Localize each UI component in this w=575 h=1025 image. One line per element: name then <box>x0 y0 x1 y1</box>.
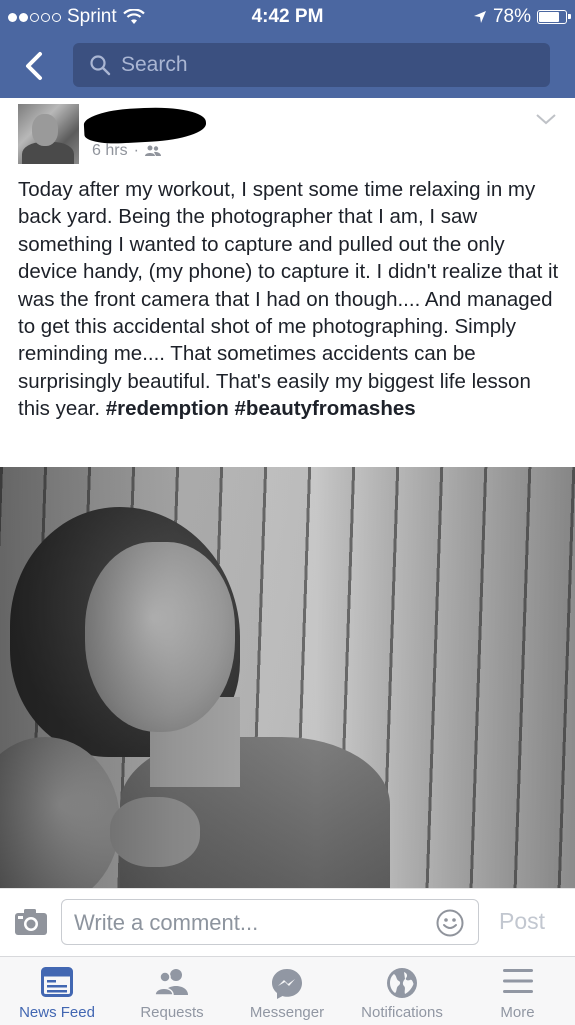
comment-bar: Write a comment... Post <box>0 888 575 957</box>
globe-icon <box>387 968 417 998</box>
search-placeholder: Search <box>121 53 188 76</box>
post-header: 6 hrs · <box>0 98 575 170</box>
sticker-button[interactable] <box>436 909 464 942</box>
nav-row: Search <box>0 40 575 92</box>
tab-more[interactable]: More <box>460 957 575 1025</box>
search-input[interactable]: Search <box>73 43 550 87</box>
post-options-button[interactable] <box>535 112 557 131</box>
tab-label-messenger: Messenger <box>249 1004 325 1021</box>
news-feed-icon <box>41 967 73 997</box>
comment-placeholder: Write a comment... <box>74 910 259 935</box>
battery-percent: 78% <box>492 6 531 27</box>
tab-label-notifications: Notifications <box>361 1004 443 1021</box>
tab-label-more: More <box>500 1004 535 1021</box>
tab-notifications[interactable]: Notifications <box>344 957 460 1025</box>
tab-requests[interactable]: Requests <box>114 957 230 1025</box>
friend-requests-icon <box>154 969 188 996</box>
battery-icon <box>537 10 571 24</box>
back-button[interactable] <box>18 46 52 86</box>
post-meta: 6 hrs · <box>92 142 161 160</box>
post-message: Today after my workout, I spent some tim… <box>18 176 563 423</box>
camera-button[interactable] <box>14 908 48 941</box>
post-timestamp[interactable]: 6 hrs <box>92 142 128 160</box>
post-body-text: Today after my workout, I spent some tim… <box>18 178 559 421</box>
friends-icon <box>144 145 161 156</box>
hashtag-beautyfromashes[interactable]: #beautyfromashes <box>234 397 415 420</box>
search-icon <box>90 55 111 76</box>
post-photo[interactable] <box>0 467 575 888</box>
tab-messenger[interactable]: Messenger <box>230 957 344 1025</box>
separator-dot: · <box>133 142 139 159</box>
tab-news-feed[interactable]: News Feed <box>0 957 114 1025</box>
top-header: Sprint 4:42 PM 78% Search <box>0 0 575 98</box>
camera-icon <box>15 909 47 935</box>
comment-input[interactable]: Write a comment... <box>61 899 479 945</box>
battery-info: 78% <box>473 6 571 28</box>
smiley-icon <box>436 909 464 937</box>
bottom-tab-bar: News Feed Requests Messenger Notificatio… <box>0 956 575 1025</box>
chevron-left-icon <box>26 52 42 80</box>
redacted-author-name <box>83 104 207 146</box>
location-arrow-icon <box>473 11 486 23</box>
avatar[interactable] <box>18 104 79 164</box>
hashtag-redemption[interactable]: #redemption <box>106 397 229 420</box>
post-comment-button[interactable]: Post <box>499 908 545 935</box>
hamburger-menu-icon <box>502 969 533 993</box>
chevron-down-icon <box>536 114 556 125</box>
tab-label-news-feed: News Feed <box>19 1004 95 1021</box>
status-bar: Sprint 4:42 PM 78% <box>0 0 575 34</box>
tab-label-requests: Requests <box>140 1004 204 1021</box>
messenger-icon <box>272 969 302 999</box>
